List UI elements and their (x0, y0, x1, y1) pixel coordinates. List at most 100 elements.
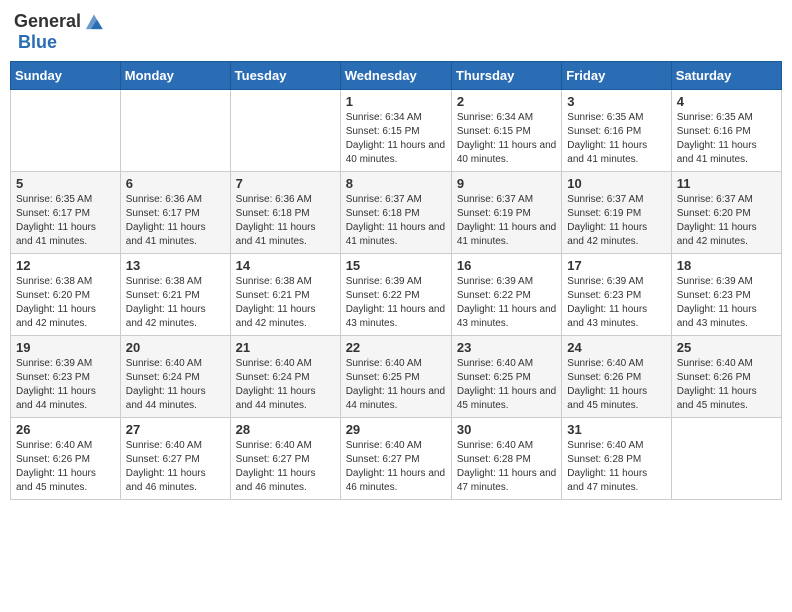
week-row-4: 19Sunrise: 6:39 AM Sunset: 6:23 PM Dayli… (11, 336, 782, 418)
day-info: Sunrise: 6:39 AM Sunset: 6:23 PM Dayligh… (567, 275, 665, 331)
day-number: 5 (16, 176, 115, 191)
calendar-cell: 1 Sunrise: 6:34 AM Sunset: 6:15 PM Daylig… (340, 90, 451, 172)
day-number: 13 (126, 258, 225, 273)
logo-blue-text: Blue (18, 32, 57, 53)
calendar-table: SundayMondayTuesdayWednesdayThursdayFrid… (10, 61, 782, 500)
day-number: 11 (677, 176, 776, 191)
day-info: Sunrise: 6:40 AM Sunset: 6:25 PM Dayligh… (457, 357, 556, 413)
day-number: 23 (457, 340, 556, 355)
calendar-cell: 3 Sunrise: 6:35 AM Sunset: 6:16 PM Daylig… (562, 90, 671, 172)
day-info: Sunrise: 6:40 AM Sunset: 6:28 PM Dayligh… (457, 439, 556, 495)
day-info: Sunrise: 6:40 AM Sunset: 6:24 PM Dayligh… (236, 357, 335, 413)
day-info: Sunrise: 6:40 AM Sunset: 6:24 PM Dayligh… (126, 357, 225, 413)
week-row-3: 12 Sunrise: 6:38 AM Sunset: 6:20 PM Dayli… (11, 254, 782, 336)
calendar-cell: 18 Sunrise: 6:39 AM Sunset: 6:23 PM Dayli… (671, 254, 781, 336)
calendar-cell: 14 Sunrise: 6:38 AM Sunset: 6:21 PM Dayli… (230, 254, 340, 336)
calendar-cell: 12 Sunrise: 6:38 AM Sunset: 6:20 PM Dayli… (11, 254, 121, 336)
calendar-cell: 8 Sunrise: 6:37 AM Sunset: 6:18 PM Daylig… (340, 172, 451, 254)
day-info: Sunrise: 6:35 AM Sunset: 6:17 PM Dayligh… (16, 193, 115, 249)
day-number: 2 (457, 94, 556, 109)
logo: General Blue (14, 10, 105, 53)
day-info: Sunrise: 6:34 AM Sunset: 6:15 PM Dayligh… (346, 111, 446, 167)
day-info: Sunrise: 6:36 AM Sunset: 6:18 PM Dayligh… (236, 193, 335, 249)
day-info: Sunrise: 6:35 AM Sunset: 6:16 PM Dayligh… (567, 111, 665, 167)
day-info: Sunrise: 6:36 AM Sunset: 6:17 PM Dayligh… (126, 193, 225, 249)
day-info: Sunrise: 6:39 AM Sunset: 6:22 PM Dayligh… (346, 275, 446, 331)
weekday-header-monday: Monday (120, 62, 230, 90)
weekday-header-row: SundayMondayTuesdayWednesdayThursdayFrid… (11, 62, 782, 90)
day-number: 29 (346, 422, 446, 437)
day-info: Sunrise: 6:39 AM Sunset: 6:22 PM Dayligh… (457, 275, 556, 331)
day-number: 7 (236, 176, 335, 191)
day-info: Sunrise: 6:40 AM Sunset: 6:27 PM Dayligh… (346, 439, 446, 495)
day-info: Sunrise: 6:38 AM Sunset: 6:20 PM Dayligh… (16, 275, 115, 331)
day-info: Sunrise: 6:38 AM Sunset: 6:21 PM Dayligh… (126, 275, 225, 331)
day-number: 21 (236, 340, 335, 355)
weekday-header-friday: Friday (562, 62, 671, 90)
calendar-cell: 2 Sunrise: 6:34 AM Sunset: 6:15 PM Daylig… (451, 90, 561, 172)
day-number: 19 (16, 340, 115, 355)
day-number: 12 (16, 258, 115, 273)
day-info: Sunrise: 6:38 AM Sunset: 6:21 PM Dayligh… (236, 275, 335, 331)
calendar-cell: 10Sunrise: 6:37 AM Sunset: 6:19 PM Dayli… (562, 172, 671, 254)
weekday-header-sunday: Sunday (11, 62, 121, 90)
calendar-cell (230, 90, 340, 172)
calendar-cell: 5 Sunrise: 6:35 AM Sunset: 6:17 PM Daylig… (11, 172, 121, 254)
calendar-cell: 7 Sunrise: 6:36 AM Sunset: 6:18 PM Daylig… (230, 172, 340, 254)
day-number: 1 (346, 94, 446, 109)
calendar-cell (120, 90, 230, 172)
day-number: 28 (236, 422, 335, 437)
logo-container: General Blue (14, 10, 105, 53)
calendar-cell: 13 Sunrise: 6:38 AM Sunset: 6:21 PM Dayli… (120, 254, 230, 336)
logo-general-text: General (14, 11, 81, 32)
day-number: 18 (677, 258, 776, 273)
day-number: 30 (457, 422, 556, 437)
day-number: 3 (567, 94, 665, 109)
day-info: Sunrise: 6:35 AM Sunset: 6:16 PM Dayligh… (677, 111, 776, 167)
day-info: Sunrise: 6:40 AM Sunset: 6:25 PM Dayligh… (346, 357, 446, 413)
day-number: 17 (567, 258, 665, 273)
day-number: 22 (346, 340, 446, 355)
day-number: 20 (126, 340, 225, 355)
day-number: 25 (677, 340, 776, 355)
calendar-cell: 22 Sunrise: 6:40 AM Sunset: 6:25 PM Dayli… (340, 336, 451, 418)
day-number: 16 (457, 258, 556, 273)
calendar-cell: 25 Sunrise: 6:40 AM Sunset: 6:26 PM Dayli… (671, 336, 781, 418)
week-row-1: 1 Sunrise: 6:34 AM Sunset: 6:15 PM Daylig… (11, 90, 782, 172)
calendar-cell: 27Sunrise: 6:40 AM Sunset: 6:27 PM Dayli… (120, 418, 230, 500)
day-number: 27 (126, 422, 225, 437)
weekday-header-wednesday: Wednesday (340, 62, 451, 90)
calendar-cell (671, 418, 781, 500)
calendar-cell (11, 90, 121, 172)
day-number: 15 (346, 258, 446, 273)
calendar-cell: 31Sunrise: 6:40 AM Sunset: 6:28 PM Dayli… (562, 418, 671, 500)
day-number: 31 (567, 422, 665, 437)
calendar-cell: 16 Sunrise: 6:39 AM Sunset: 6:22 PM Dayli… (451, 254, 561, 336)
calendar-cell: 24 Sunrise: 6:40 AM Sunset: 6:26 PM Dayli… (562, 336, 671, 418)
week-row-2: 5 Sunrise: 6:35 AM Sunset: 6:17 PM Daylig… (11, 172, 782, 254)
calendar-cell: 4Sunrise: 6:35 AM Sunset: 6:16 PM Daylig… (671, 90, 781, 172)
day-info: Sunrise: 6:39 AM Sunset: 6:23 PM Dayligh… (677, 275, 776, 331)
day-number: 8 (346, 176, 446, 191)
calendar-cell: 20 Sunrise: 6:40 AM Sunset: 6:24 PM Dayli… (120, 336, 230, 418)
day-info: Sunrise: 6:40 AM Sunset: 6:27 PM Dayligh… (236, 439, 335, 495)
day-info: Sunrise: 6:40 AM Sunset: 6:26 PM Dayligh… (677, 357, 776, 413)
day-info: Sunrise: 6:37 AM Sunset: 6:20 PM Dayligh… (677, 193, 776, 249)
calendar-cell: 17 Sunrise: 6:39 AM Sunset: 6:23 PM Dayli… (562, 254, 671, 336)
day-info: Sunrise: 6:37 AM Sunset: 6:18 PM Dayligh… (346, 193, 446, 249)
calendar-cell: 21 Sunrise: 6:40 AM Sunset: 6:24 PM Dayli… (230, 336, 340, 418)
weekday-header-thursday: Thursday (451, 62, 561, 90)
page-header: General Blue (10, 10, 782, 53)
calendar-cell: 15 Sunrise: 6:39 AM Sunset: 6:22 PM Dayli… (340, 254, 451, 336)
calendar-cell: 30 Sunrise: 6:40 AM Sunset: 6:28 PM Dayli… (451, 418, 561, 500)
day-number: 14 (236, 258, 335, 273)
day-info: Sunrise: 6:40 AM Sunset: 6:26 PM Dayligh… (16, 439, 115, 495)
day-number: 6 (126, 176, 225, 191)
day-number: 26 (16, 422, 115, 437)
week-row-5: 26 Sunrise: 6:40 AM Sunset: 6:26 PM Dayli… (11, 418, 782, 500)
calendar-cell: 26 Sunrise: 6:40 AM Sunset: 6:26 PM Dayli… (11, 418, 121, 500)
day-number: 24 (567, 340, 665, 355)
day-number: 10 (567, 176, 665, 191)
day-info: Sunrise: 6:34 AM Sunset: 6:15 PM Dayligh… (457, 111, 556, 167)
day-info: Sunrise: 6:40 AM Sunset: 6:26 PM Dayligh… (567, 357, 665, 413)
